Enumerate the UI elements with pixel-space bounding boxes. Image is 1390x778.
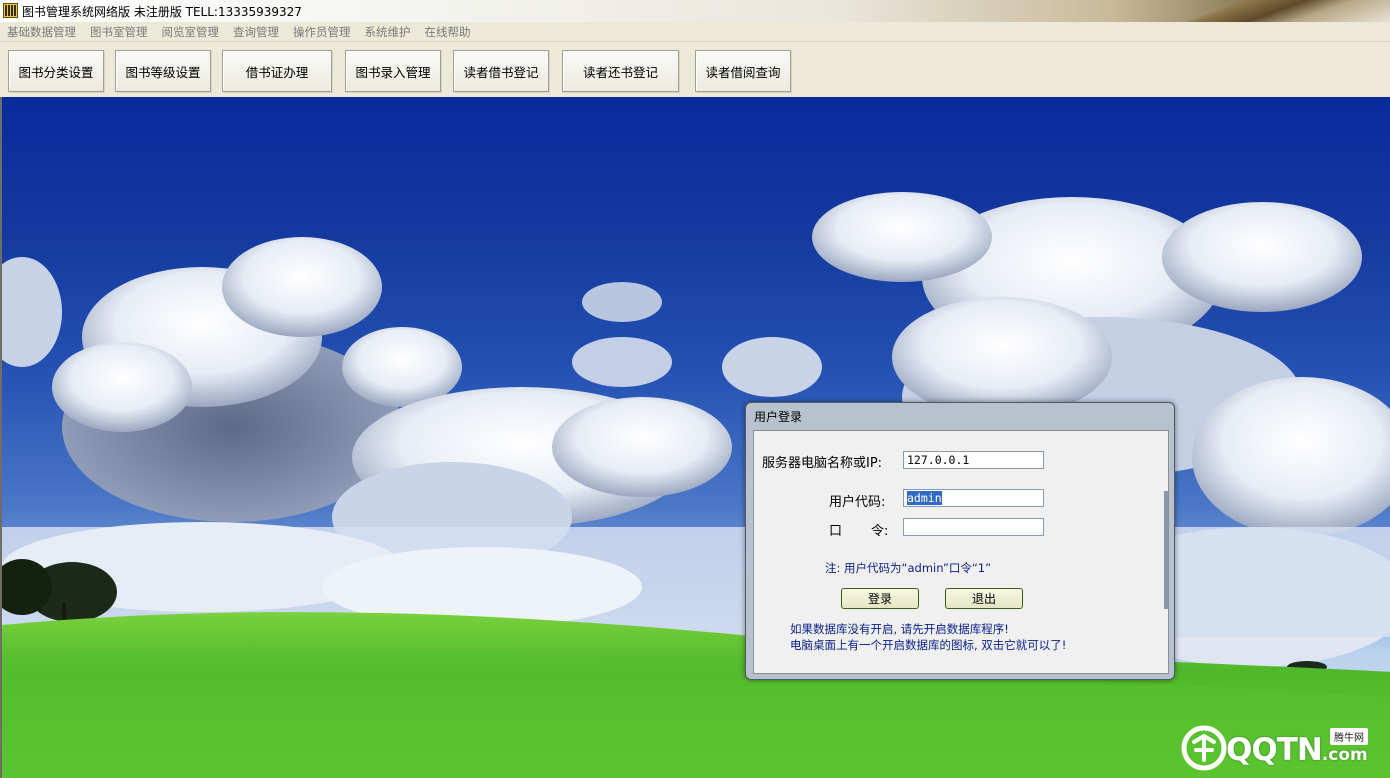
login-dialog-title: 用户登录: [754, 410, 803, 424]
borrow-query-button[interactable]: 读者借阅查询: [695, 50, 791, 92]
return-register-button[interactable]: 读者还书登记: [562, 50, 679, 92]
window-title: 图书管理系统网络版 未注册版 TELL:13335939327: [22, 5, 302, 19]
server-label: 服务器电脑名称或IP:: [762, 456, 883, 471]
wallpaper-image: [2, 192, 1390, 778]
menu-basic-data[interactable]: 基础数据管理: [0, 24, 83, 40]
database-note-first: 如果数据库没有开启, 请先开启数据库程序!: [790, 622, 1009, 636]
desktop-wallpaper: [0, 97, 1390, 778]
password-label-second: 令:: [871, 524, 889, 539]
menu-operator[interactable]: 操作员管理: [286, 24, 358, 40]
login-hint: 注: 用户代码为“admin”口令“1”: [825, 561, 992, 575]
site-watermark: QQTN.com 腾牛网: [1180, 722, 1385, 774]
watermark-badge: 腾牛网: [1330, 728, 1368, 745]
dialog-edge-bar: [1164, 491, 1168, 609]
login-button[interactable]: 登录: [841, 588, 919, 609]
library-card-button[interactable]: 借书证办理: [222, 50, 332, 92]
book-grade-button[interactable]: 图书等级设置: [115, 50, 211, 92]
exit-button[interactable]: 退出: [945, 588, 1023, 609]
menu-reading-room[interactable]: 阅览室管理: [155, 24, 227, 40]
user-code-label: 用户代码:: [829, 495, 886, 510]
login-dialog: 用户登录 服务器电脑名称或IP: 127.0.0.1 用户代码: admin 口…: [745, 402, 1175, 680]
login-dialog-body: 服务器电脑名称或IP: 127.0.0.1 用户代码: admin 口 令: 注…: [753, 430, 1169, 674]
bull-logo-icon: [1181, 725, 1227, 771]
cloud-small-4: [2, 257, 62, 367]
watermark-brand-main: QQTN: [1226, 732, 1323, 768]
server-input[interactable]: 127.0.0.1: [903, 451, 1044, 469]
user-code-value: admin: [907, 491, 942, 505]
database-note-second: 电脑桌面上有一个开启数据库的图标, 双击它就可以了!: [790, 638, 1067, 652]
cloud-small-2: [572, 337, 672, 387]
cloud-small-3: [722, 337, 822, 397]
borrow-register-button[interactable]: 读者借书登记: [453, 50, 549, 92]
book-entry-button[interactable]: 图书录入管理: [345, 50, 441, 92]
toolbar: 图书分类设置 图书等级设置 借书证办理 图书录入管理 读者借书登记 读者还书登记…: [0, 41, 1390, 98]
menu-bar: 基础数据管理 图书室管理 阅览室管理 查询管理 操作员管理 系统维护 在线帮助: [0, 22, 1390, 41]
title-bar-decoration: [1130, 0, 1390, 22]
watermark-brand-suffix: .com: [1321, 745, 1368, 765]
book-category-button[interactable]: 图书分类设置: [8, 50, 104, 92]
user-code-input[interactable]: admin: [903, 489, 1044, 507]
title-bar: 图书管理系统网络版 未注册版 TELL:13335939327: [0, 0, 1390, 23]
menu-library-room[interactable]: 图书室管理: [83, 24, 155, 40]
password-label-first: 口: [829, 524, 843, 539]
menu-query[interactable]: 查询管理: [226, 24, 286, 40]
password-input[interactable]: [903, 518, 1044, 536]
cloud-small-1: [582, 282, 662, 322]
trees: [2, 559, 117, 622]
menu-online-help[interactable]: 在线帮助: [418, 24, 478, 40]
menu-system-maintenance[interactable]: 系统维护: [358, 24, 418, 40]
app-icon: [3, 3, 18, 18]
